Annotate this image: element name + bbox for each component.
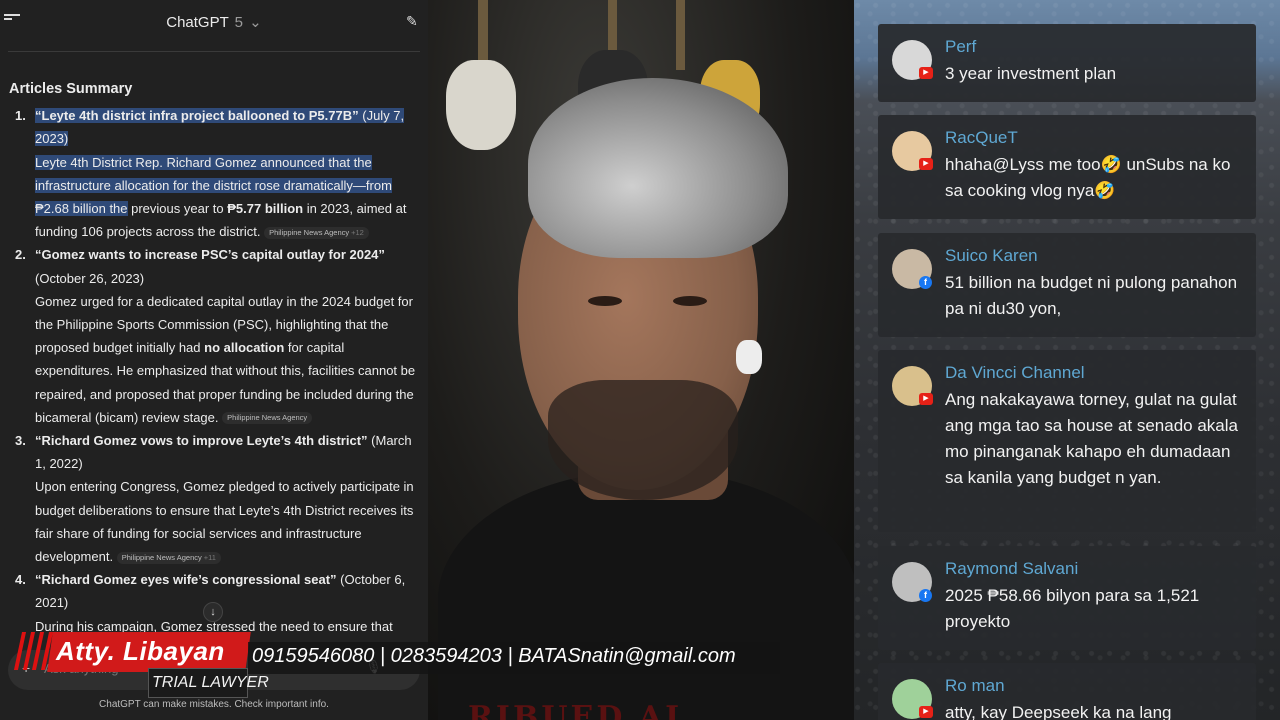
chat-topbar: ChatGPT 5 ⌄ ✎ — [0, 0, 428, 46]
summary-heading: Articles Summary — [9, 81, 133, 97]
article-summary: Upon entering Congress, Gomez pledged to… — [35, 479, 414, 565]
chatgpt-panel: ChatGPT 5 ⌄ ✎ Articles Summary 1. “Leyte… — [0, 0, 428, 720]
model-selector[interactable]: ChatGPT 5 ⌄ — [0, 13, 428, 31]
youtube-icon: ▶ — [919, 706, 933, 718]
list-number: 2. — [15, 247, 26, 263]
source-name: Philippine News Agency — [227, 413, 308, 423]
article-highlight: ₱5.77 billion — [227, 201, 304, 217]
source-count: +11 — [203, 552, 216, 562]
list-number: 4. — [15, 572, 26, 588]
chat-message: f Raymond Salvani 2025 ₱58.66 bilyon par… — [878, 546, 1256, 650]
facebook-icon: f — [919, 589, 932, 602]
message-author: Raymond Salvani — [945, 559, 1079, 578]
eye — [673, 296, 707, 306]
chat-message: ▶ RacQueT hhaha@Lyss me too🤣 unSubs na k… — [878, 115, 1256, 219]
message-author: Perf — [945, 37, 977, 56]
source-chip[interactable]: Philippine News Agency +12 — [264, 226, 369, 239]
chat-message: f Suico Karen 51 billion na budget ni pu… — [878, 233, 1256, 337]
scroll-down-icon[interactable]: ↓ — [203, 602, 223, 622]
message-author: RacQueT — [945, 128, 1018, 147]
presenter-title: TRIAL LAWYER — [152, 674, 269, 691]
article-title: “Gomez wants to increase PSC’s capital o… — [35, 247, 385, 263]
assistant-message: Articles Summary 1. “Leyte 4th district … — [9, 78, 419, 638]
facebook-icon: f — [919, 276, 932, 289]
article-date: (October 26, 2023) — [35, 270, 145, 286]
article-highlight: no allocation — [204, 340, 285, 356]
shirt-print: RIBUED AL — [468, 700, 690, 720]
article-title: “Richard Gomez eyes wife’s congressional… — [35, 572, 337, 588]
message-text: 51 billion na budget ni pulong panahon p… — [945, 273, 1238, 318]
youtube-icon: ▶ — [919, 67, 933, 79]
list-item: 1. “Leyte 4th district infra project bal… — [9, 104, 419, 243]
message-text: hhaha@Lyss me too🤣 unSubs na ko sa cooki… — [945, 155, 1231, 200]
message-author: Da Vincci Channel — [945, 363, 1085, 382]
contact-info: 09159546080 | 0283594203 | BATASnatin@gm… — [252, 645, 736, 667]
message-text: atty, kay Deepseek ka na lang — [945, 703, 1172, 720]
chat-message: ▶ Da Vincci Channel Ang nakakayawa torne… — [878, 350, 1256, 532]
articles-list: 1. “Leyte 4th district infra project bal… — [9, 104, 419, 638]
beard — [548, 380, 738, 500]
guitar-neck — [676, 0, 685, 70]
message-text: 2025 ₱58.66 bilyon para sa 1,521 proyekt… — [945, 586, 1200, 631]
guitar-white — [446, 60, 516, 150]
article-title: “Leyte 4th district infra project balloo… — [35, 108, 359, 124]
youtube-icon: ▶ — [919, 158, 933, 170]
new-chat-icon[interactable]: ✎ — [406, 13, 422, 29]
divider — [8, 51, 420, 52]
chat-message: ▶ Ro man atty, kay Deepseek ka na lang — [878, 663, 1256, 720]
source-name: Philippine News Agency — [121, 552, 202, 562]
source-chip[interactable]: Philippine News Agency +11 — [116, 551, 221, 564]
youtube-icon: ▶ — [919, 393, 933, 405]
source-count: +12 — [351, 227, 364, 237]
list-number: 1. — [15, 108, 26, 124]
webcam-video: RIBUED AL — [428, 0, 854, 720]
chevron-down-icon: ⌄ — [249, 14, 262, 31]
article-title: “Richard Gomez vows to improve Leyte’s 4… — [35, 433, 368, 449]
model-version: 5 — [234, 14, 243, 31]
list-item: 2. “Gomez wants to increase PSC’s capita… — [9, 243, 419, 429]
eye — [588, 296, 622, 306]
source-chip[interactable]: Philippine News Agency — [222, 412, 313, 425]
article-summary-cont: previous year to — [127, 201, 228, 217]
list-number: 3. — [15, 433, 26, 449]
message-text: Ang nakakayawa torney, gulat na gulat an… — [945, 390, 1238, 487]
live-chat-overlay: ▶ Perf 3 year investment plan ▶ RacQueT … — [854, 0, 1280, 720]
chat-message: ▶ Perf 3 year investment plan — [878, 24, 1256, 102]
app-title: ChatGPT — [166, 14, 229, 31]
message-author: Suico Karen — [945, 246, 1038, 265]
message-author: Ro man — [945, 676, 1005, 695]
presenter-name: Atty. Libayan — [56, 636, 225, 666]
list-item: 3. “Richard Gomez vows to improve Leyte’… — [9, 429, 419, 568]
message-text: 3 year investment plan — [945, 64, 1117, 83]
source-name: Philippine News Agency — [269, 227, 350, 237]
earbud — [736, 340, 762, 374]
lower-third: Atty. Libayan TRIAL LAWYER 09159546080 |… — [0, 628, 780, 702]
